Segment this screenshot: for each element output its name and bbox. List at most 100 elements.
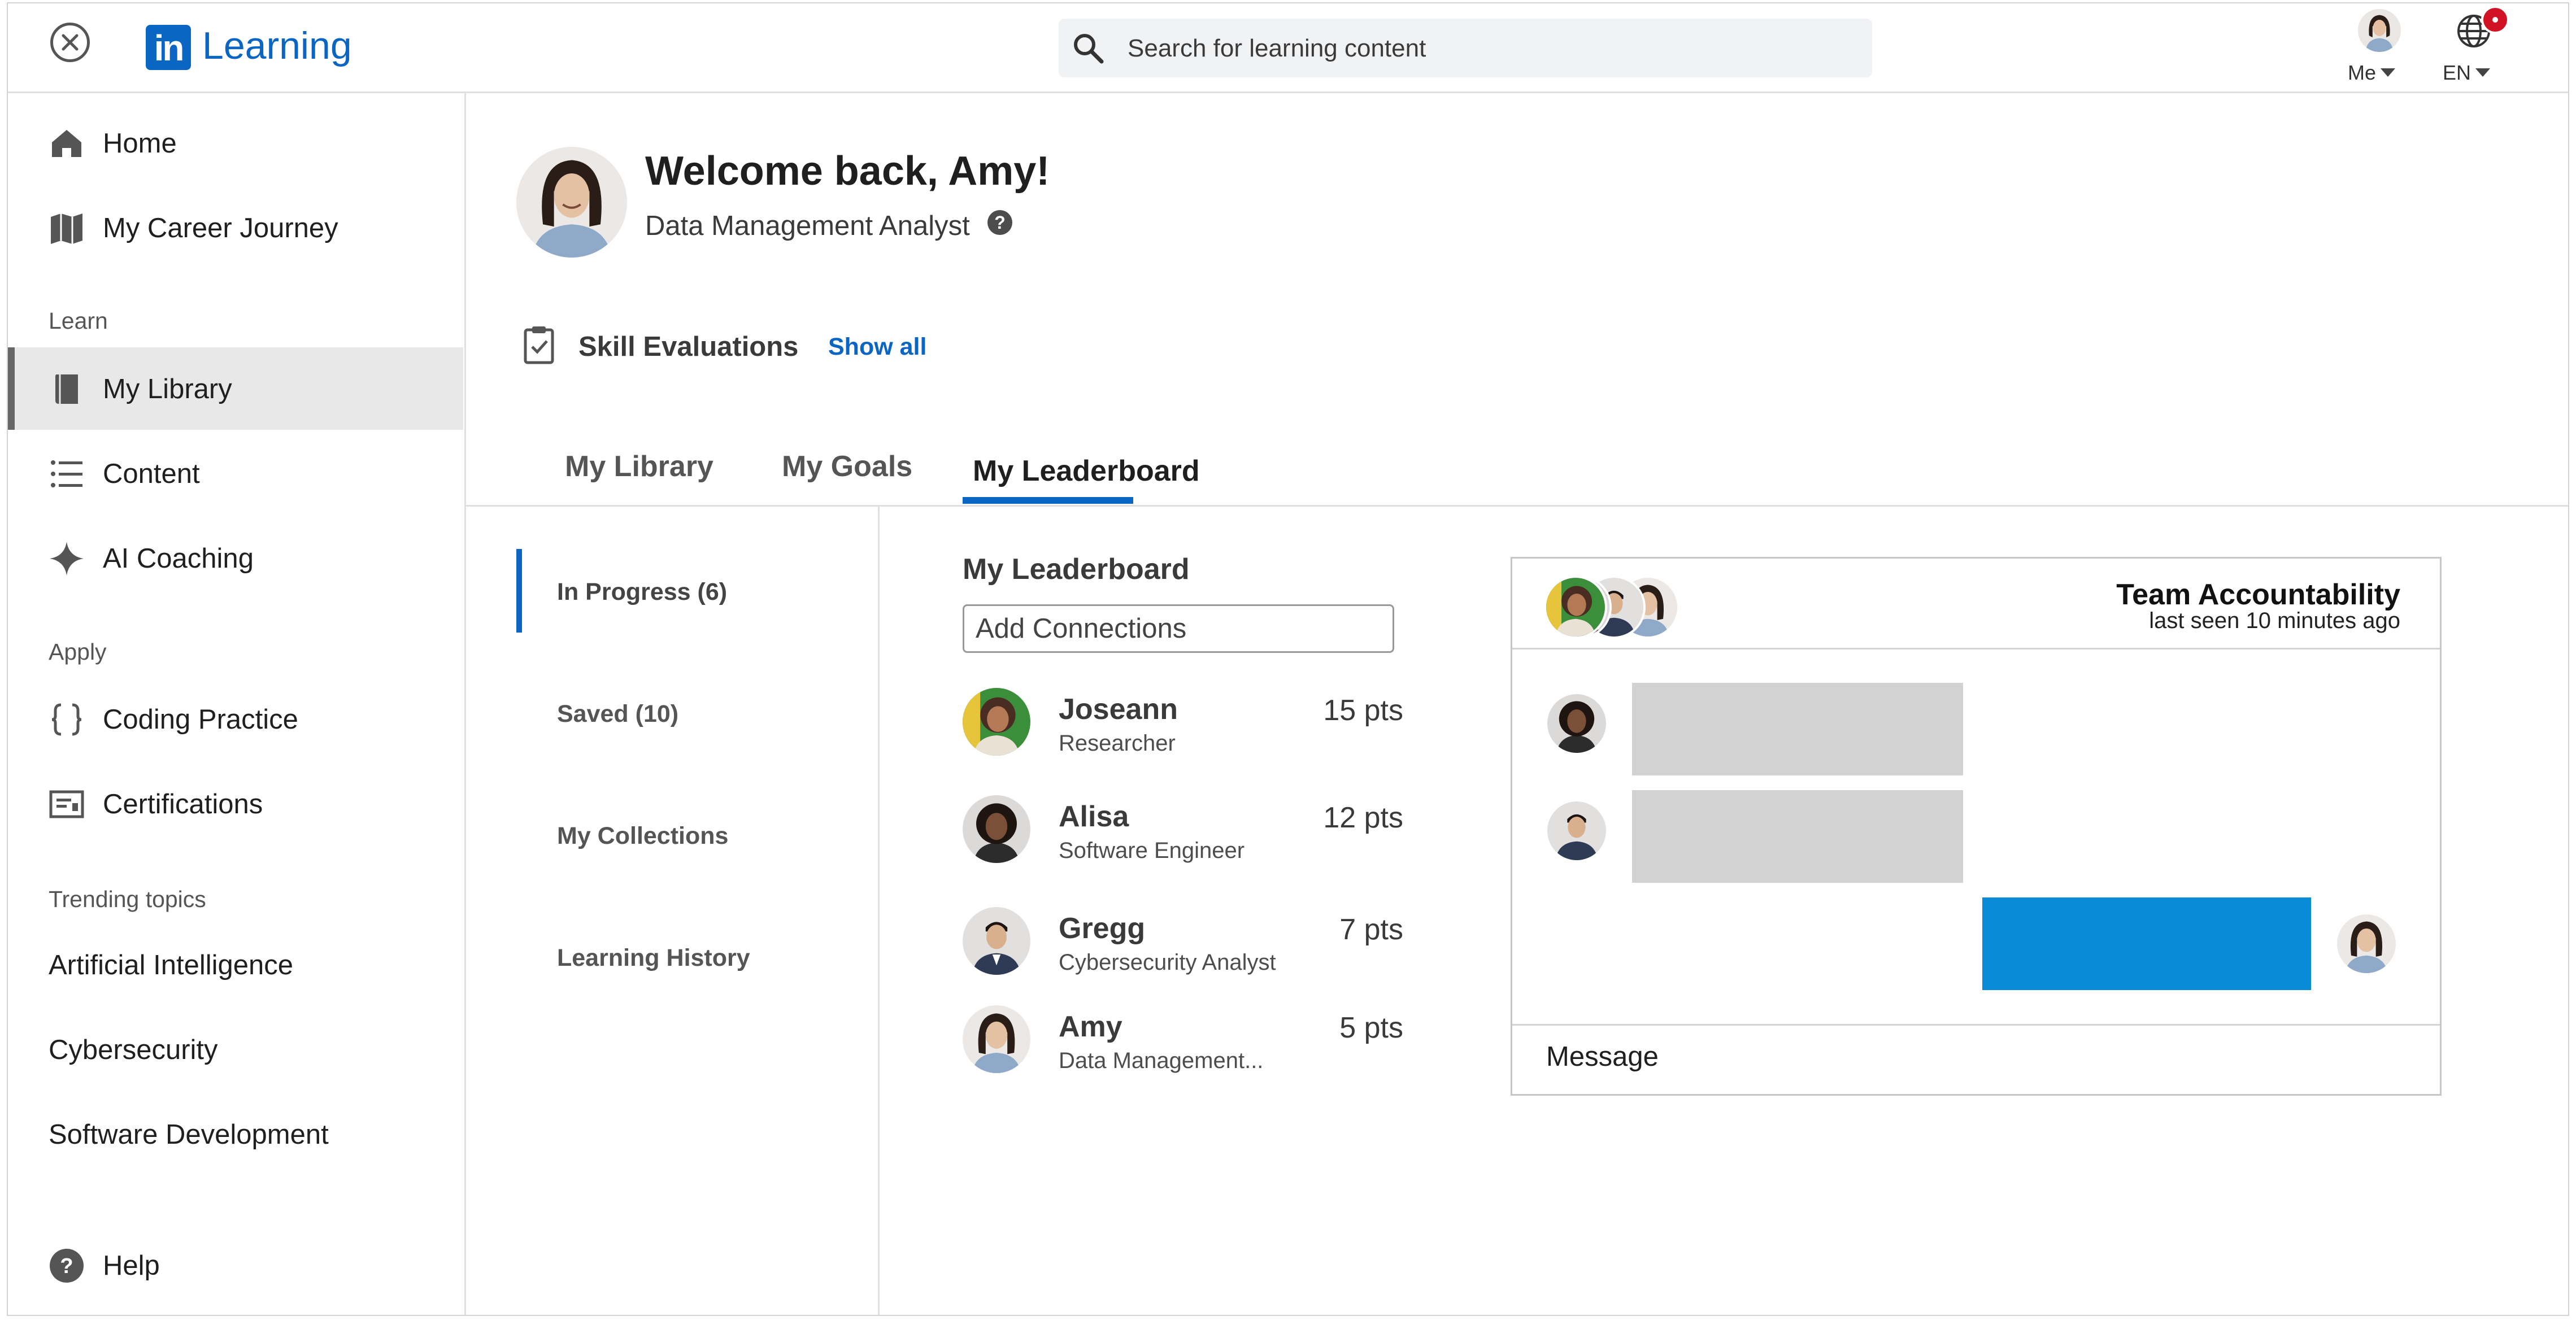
trending-topic-cybersecurity[interactable]: Cybersecurity bbox=[49, 1034, 218, 1066]
subnav-active-indicator bbox=[516, 549, 522, 633]
team-chat-panel: Team Accountability last seen 10 minutes… bbox=[1511, 557, 2442, 1096]
chat-group-name: Team Accountability bbox=[2116, 578, 2400, 611]
leaderboard-role: Researcher bbox=[1059, 731, 1176, 756]
notification-badge bbox=[2481, 6, 2509, 34]
leaderboard-role: Software Engineer bbox=[1059, 838, 1245, 863]
message-input[interactable]: Message bbox=[1546, 1041, 1659, 1073]
leaderboard-name: Alisa bbox=[1059, 800, 1129, 833]
leaderboard-title: My Leaderboard bbox=[963, 553, 1190, 586]
avatar bbox=[963, 1005, 1030, 1073]
sidebar: Home My Career Journey Learn My Library … bbox=[8, 93, 466, 1315]
sidebar-item-label: Coding Practice bbox=[103, 704, 298, 735]
profile-avatar[interactable] bbox=[516, 147, 627, 258]
leaderboard-name: Joseann bbox=[1059, 693, 1178, 726]
add-connections-input[interactable] bbox=[963, 604, 1394, 653]
content-divider bbox=[878, 507, 880, 1315]
chat-message-bubble-self bbox=[1982, 897, 2311, 990]
chevron-down-icon bbox=[2475, 68, 2491, 77]
map-icon bbox=[51, 213, 82, 244]
trending-topic-ai[interactable]: Artificial Intelligence bbox=[49, 949, 293, 981]
chat-message-bubble bbox=[1632, 683, 1963, 775]
leaderboard-points: 7 pts bbox=[1339, 913, 1403, 946]
section-header-learn: Learn bbox=[49, 308, 108, 334]
clipboard-check-icon bbox=[524, 326, 554, 364]
leaderboard-row[interactable]: Gregg Cybersecurity Analyst 7 pts bbox=[957, 907, 1403, 986]
sidebar-item-ai-coaching[interactable]: AI Coaching bbox=[8, 517, 463, 599]
sidebar-item-career[interactable]: My Career Journey bbox=[8, 186, 463, 269]
avatar bbox=[1547, 801, 1606, 860]
tab-my-leaderboard[interactable]: My Leaderboard bbox=[973, 454, 1200, 488]
sidebar-item-home[interactable]: Home bbox=[8, 102, 463, 184]
page-title: Welcome back, Amy! bbox=[645, 149, 1050, 194]
sidebar-item-label: My Career Journey bbox=[103, 213, 338, 243]
sidebar-item-library[interactable]: My Library bbox=[8, 347, 463, 430]
section-header-trending: Trending topics bbox=[49, 886, 206, 912]
search-bar[interactable]: Search for learning content bbox=[1059, 19, 1872, 77]
leaderboard-row[interactable]: Alisa Software Engineer 12 pts bbox=[957, 795, 1403, 874]
avatar bbox=[2337, 914, 2396, 973]
leaderboard-name: Gregg bbox=[1059, 912, 1146, 945]
section-header-apply: Apply bbox=[49, 639, 107, 665]
avatar bbox=[963, 907, 1030, 975]
tab-my-goals[interactable]: My Goals bbox=[782, 450, 912, 483]
svg-text:?: ? bbox=[60, 1254, 73, 1278]
sidebar-item-label: My Library bbox=[103, 374, 232, 404]
active-tab-indicator bbox=[963, 497, 1133, 504]
help-icon[interactable]: ? bbox=[987, 210, 1012, 235]
chat-last-seen: last seen 10 minutes ago bbox=[2149, 608, 2400, 633]
sidebar-item-coding[interactable]: Coding Practice bbox=[8, 678, 463, 760]
job-title: Data Management Analyst bbox=[645, 211, 970, 241]
search-icon bbox=[1074, 34, 1104, 64]
sidebar-item-label: Help bbox=[103, 1250, 160, 1281]
leaderboard-role: Data Management... bbox=[1059, 1048, 1264, 1073]
me-menu[interactable]: Me bbox=[2348, 61, 2396, 85]
sidebar-item-help[interactable]: ? Help bbox=[8, 1224, 463, 1306]
me-label: Me bbox=[2348, 61, 2377, 84]
avatar[interactable] bbox=[2358, 9, 2401, 52]
language-menu[interactable]: EN bbox=[2443, 61, 2491, 85]
skill-evaluations-label: Skill Evaluations bbox=[578, 332, 799, 362]
language-label: EN bbox=[2443, 61, 2471, 84]
leaderboard-row[interactable]: Amy Data Management... 5 pts bbox=[957, 1005, 1403, 1084]
linkedin-logo-icon[interactable]: in bbox=[146, 25, 191, 70]
subnav-learning-history[interactable]: Learning History bbox=[557, 944, 750, 972]
leaderboard-points: 5 pts bbox=[1339, 1012, 1403, 1044]
trending-topic-software-dev[interactable]: Software Development bbox=[49, 1119, 329, 1150]
app-window: in Learning Search for learning content … bbox=[7, 2, 2569, 1316]
braces-icon bbox=[51, 703, 82, 736]
search-input[interactable]: Search for learning content bbox=[1128, 34, 1426, 63]
leaderboard-row[interactable]: Joseann Researcher 15 pts bbox=[957, 688, 1403, 767]
show-all-link[interactable]: Show all bbox=[828, 333, 926, 361]
sidebar-item-label: Home bbox=[103, 128, 177, 159]
chat-header: Team Accountability last seen 10 minutes… bbox=[1512, 559, 2440, 650]
leaderboard-points: 12 pts bbox=[1323, 801, 1403, 834]
sidebar-item-certifications[interactable]: Certifications bbox=[8, 762, 463, 845]
top-bar: in Learning Search for learning content … bbox=[8, 3, 2568, 93]
leaderboard-name: Amy bbox=[1059, 1010, 1122, 1043]
home-icon bbox=[52, 130, 81, 157]
chevron-down-icon bbox=[2381, 68, 2396, 77]
certificate-icon bbox=[49, 790, 84, 818]
avatar bbox=[963, 795, 1030, 863]
app-logo-text[interactable]: Learning bbox=[202, 24, 352, 68]
avatar bbox=[963, 688, 1030, 756]
subnav-saved[interactable]: Saved (10) bbox=[557, 700, 678, 728]
chat-message-bubble bbox=[1632, 790, 1963, 883]
tab-my-library[interactable]: My Library bbox=[565, 450, 713, 483]
book-icon bbox=[55, 374, 78, 404]
sidebar-item-content[interactable]: Content bbox=[8, 432, 463, 515]
list-icon bbox=[51, 460, 82, 487]
chat-input-divider bbox=[1512, 1024, 2440, 1026]
tab-divider bbox=[464, 505, 2568, 507]
subnav-my-collections[interactable]: My Collections bbox=[557, 822, 728, 850]
sidebar-item-label: Content bbox=[103, 459, 200, 489]
sidebar-item-label: Certifications bbox=[103, 789, 263, 820]
subnav-in-progress[interactable]: In Progress (6) bbox=[557, 578, 727, 606]
avatar bbox=[1547, 694, 1606, 753]
sparkle-icon bbox=[50, 542, 84, 576]
help-icon: ? bbox=[50, 1249, 84, 1283]
close-icon[interactable] bbox=[50, 23, 90, 62]
leaderboard-points: 15 pts bbox=[1323, 694, 1403, 727]
avatar bbox=[1544, 576, 1607, 639]
leaderboard-role: Cybersecurity Analyst bbox=[1059, 950, 1276, 975]
